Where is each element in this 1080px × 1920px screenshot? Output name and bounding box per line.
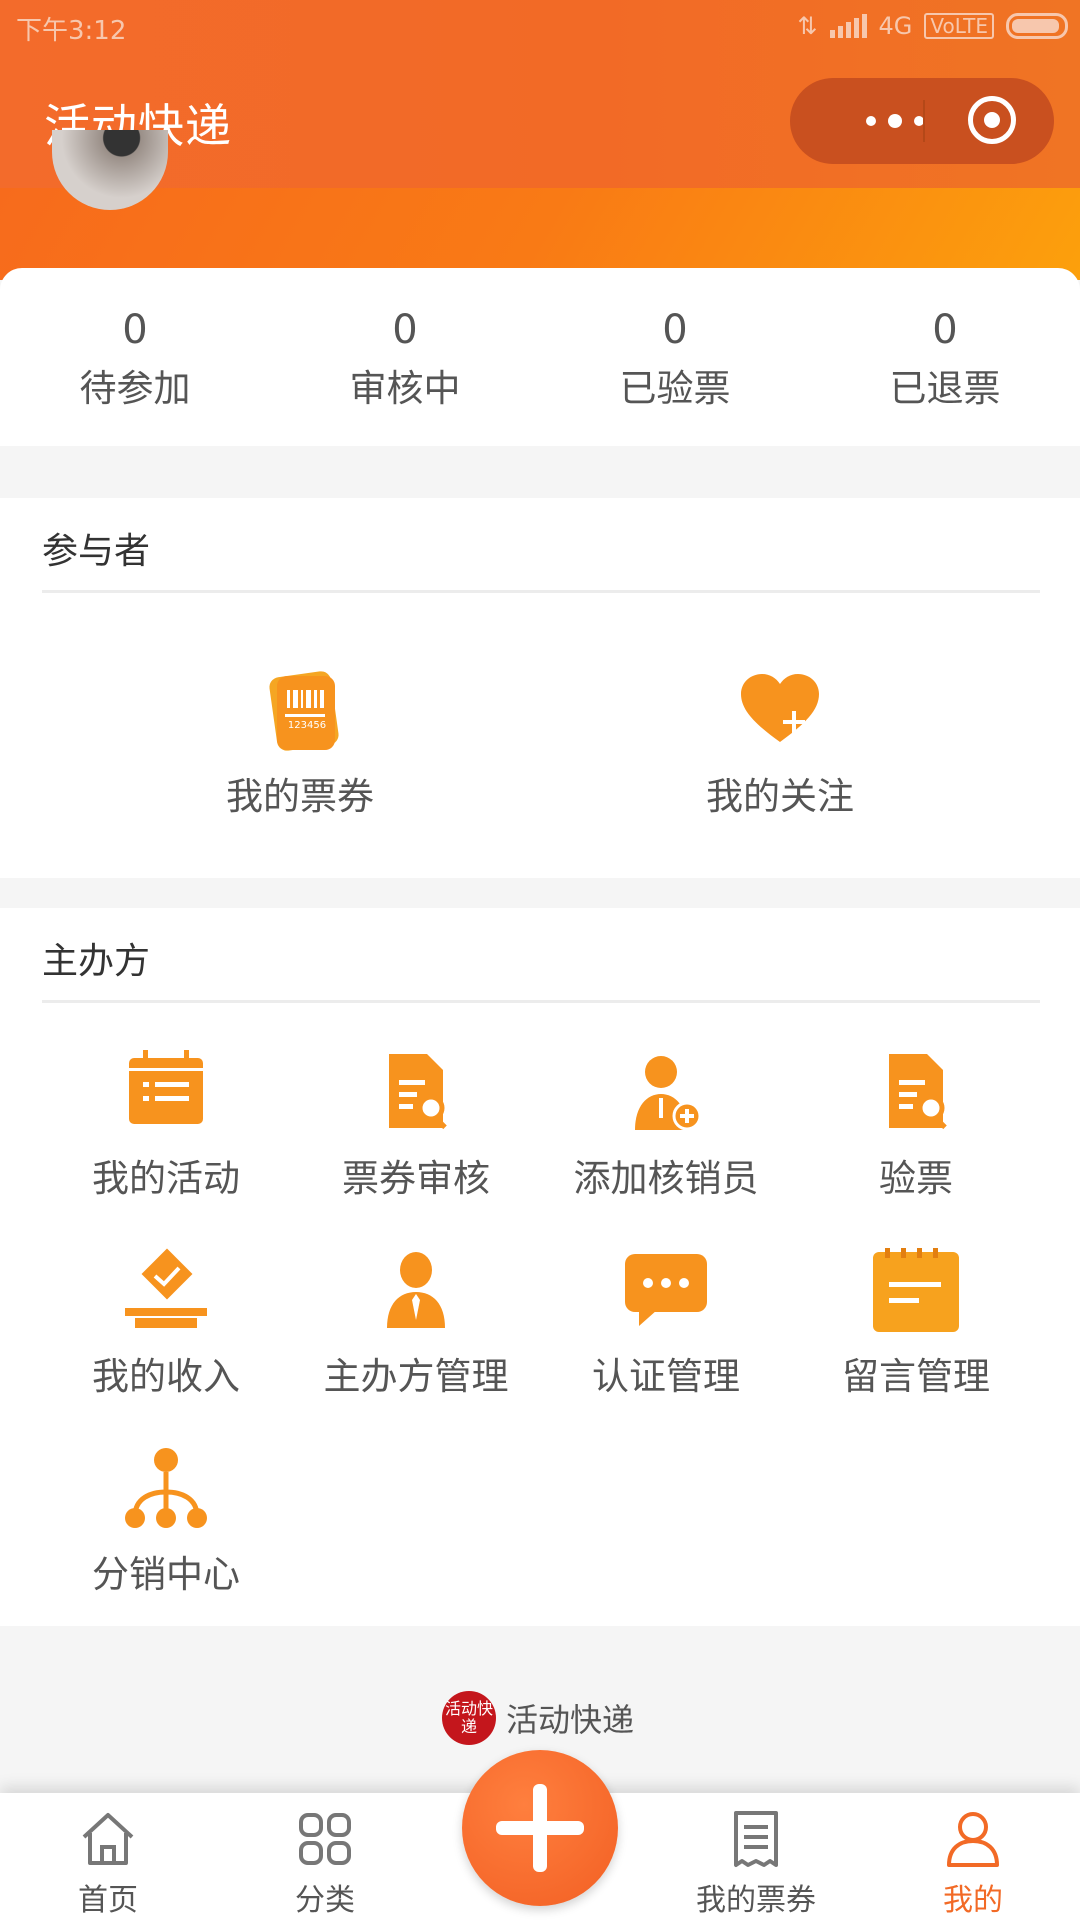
distribution-center-item[interactable]: 分销中心	[41, 1446, 291, 1598]
my-income-item[interactable]: 我的收入	[41, 1248, 291, 1400]
item-label: 我的关注	[706, 775, 854, 818]
item-label: 添加核销员	[573, 1157, 759, 1200]
ticket-review-item[interactable]: 票券审核	[291, 1050, 541, 1202]
battery-icon	[1006, 13, 1068, 39]
item-label: 我的收入	[92, 1355, 240, 1398]
chat-bubble-icon	[621, 1248, 711, 1332]
section-title: 参与者	[42, 531, 151, 572]
user-add-icon	[621, 1050, 711, 1134]
home-icon	[78, 1809, 138, 1869]
add-verifier-item[interactable]: 添加核销员	[541, 1050, 791, 1202]
footer-brand: 活动快递 活动快递	[442, 1691, 634, 1745]
miniprogram-capsule	[790, 78, 1054, 164]
tab-label: 我的	[943, 1883, 1003, 1918]
status-bar-indicators: ⇅ 4G VoLTE	[797, 12, 1068, 40]
section-divider	[42, 590, 1040, 593]
heart-plus-icon	[735, 668, 825, 752]
document-search-icon	[871, 1050, 961, 1134]
item-label: 认证管理	[592, 1355, 740, 1398]
profile-header	[0, 188, 1080, 280]
stat-label: 已验票	[619, 367, 731, 410]
message-manage-item[interactable]: 留言管理	[791, 1248, 1041, 1400]
grid-icon	[295, 1809, 355, 1869]
participant-section: 参与者 123456 我的票券 我的关注	[0, 498, 1080, 878]
data-transfer-icon: ⇅	[797, 12, 818, 40]
person-tie-icon	[371, 1248, 461, 1332]
network-type: 4G	[878, 12, 913, 40]
my-activities-item[interactable]: 我的活动	[41, 1050, 291, 1202]
close-target-icon[interactable]	[968, 96, 1016, 144]
tab-mine[interactable]: 我的	[883, 1793, 1063, 1919]
stat-count: 0	[392, 307, 418, 353]
brand-name: 活动快递	[506, 1701, 635, 1739]
notepad-icon	[871, 1248, 961, 1332]
stat-reviewing[interactable]: 0 审核中	[270, 268, 540, 446]
my-follows-item[interactable]: 我的关注	[655, 668, 905, 820]
tab-category[interactable]: 分类	[235, 1793, 415, 1919]
document-search-icon	[371, 1050, 461, 1134]
stat-checked[interactable]: 0 已验票	[540, 268, 810, 446]
stat-label: 已退票	[889, 367, 1001, 410]
tab-my-tickets[interactable]: 我的票券	[666, 1793, 846, 1919]
stat-count: 0	[662, 307, 688, 353]
stat-refunded[interactable]: 0 已退票	[810, 268, 1080, 446]
section-title: 主办方	[42, 941, 151, 982]
tab-label: 首页	[78, 1883, 138, 1918]
create-activity-plus-button[interactable]	[462, 1750, 618, 1906]
status-time: 下午3:12	[16, 16, 127, 46]
ticket-code: 123456	[287, 720, 327, 731]
item-label: 留言管理	[842, 1355, 990, 1398]
receipt-icon	[726, 1809, 786, 1869]
item-label: 主办方管理	[323, 1355, 509, 1398]
volte-badge: VoLTE	[924, 13, 994, 39]
ballot-check-icon	[121, 1248, 211, 1332]
capsule-divider	[923, 100, 925, 142]
item-label: 分销中心	[92, 1553, 240, 1596]
item-label: 票券审核	[342, 1157, 490, 1200]
item-label: 我的活动	[92, 1157, 240, 1200]
stat-label: 审核中	[349, 367, 461, 410]
signal-icon	[829, 14, 867, 38]
more-menu-icon[interactable]	[830, 78, 960, 164]
tab-home[interactable]: 首页	[18, 1793, 198, 1919]
user-icon	[943, 1809, 1003, 1869]
tab-label: 我的票券	[696, 1883, 816, 1918]
check-ticket-item[interactable]: 验票	[791, 1050, 1041, 1202]
organizer-manage-item[interactable]: 主办方管理	[291, 1248, 541, 1400]
organizer-section: 主办方 我的活动 票券审核 添加核销员 验票 我的收入 主办方管理 认证管理 留…	[0, 908, 1080, 1626]
brand-logo: 活动快递	[442, 1691, 496, 1745]
ticket-barcode-icon: 123456	[255, 668, 345, 752]
section-divider	[42, 1000, 1040, 1003]
item-label: 验票	[879, 1157, 953, 1200]
my-tickets-item[interactable]: 123456 我的票券	[175, 668, 425, 820]
stat-count: 0	[932, 307, 958, 353]
stat-label: 待参加	[79, 367, 191, 410]
stat-count: 0	[122, 307, 148, 353]
network-tree-icon	[121, 1446, 211, 1530]
tab-label: 分类	[295, 1883, 355, 1918]
ticket-stats: 0 待参加 0 审核中 0 已验票 0 已退票	[0, 268, 1080, 446]
item-label: 我的票券	[226, 775, 374, 818]
calendar-list-icon	[121, 1050, 211, 1134]
certification-manage-item[interactable]: 认证管理	[541, 1248, 791, 1400]
stat-pending[interactable]: 0 待参加	[0, 268, 270, 446]
